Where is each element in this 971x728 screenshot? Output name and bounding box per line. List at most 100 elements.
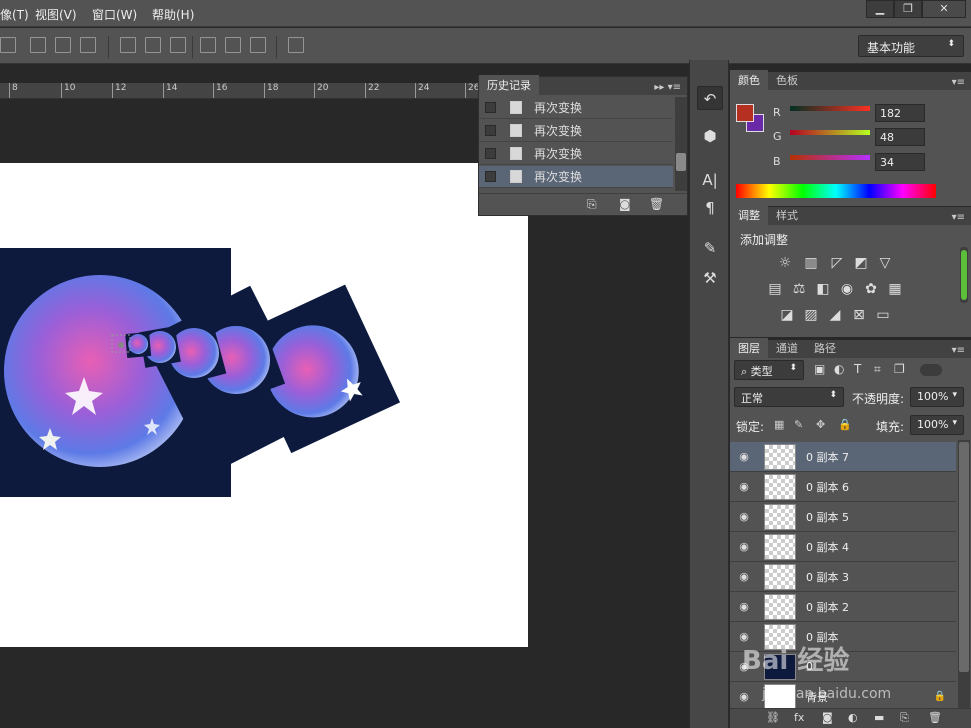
paragraph-icon[interactable]: ¶ — [697, 196, 723, 220]
delete-layer-icon[interactable]: 🗑 — [928, 711, 942, 724]
lock-pixels-icon[interactable]: ✎ — [794, 418, 803, 431]
align-right-icon[interactable] — [80, 37, 96, 53]
green-slider[interactable] — [790, 130, 870, 135]
scroll-thumb[interactable] — [676, 153, 686, 171]
snapshot-checkbox[interactable] — [485, 102, 496, 113]
black-white-icon[interactable]: ◧ — [814, 281, 832, 297]
curves-icon[interactable]: ◸ — [828, 255, 846, 271]
red-slider[interactable] — [790, 106, 870, 111]
menu-window[interactable]: 窗口(W) — [92, 6, 137, 23]
new-adjustment-icon[interactable]: ◐ — [848, 711, 858, 724]
color-balance-icon[interactable]: ⚖ — [790, 281, 808, 297]
hue-saturation-icon[interactable]: ▤ — [766, 281, 784, 297]
tab-channels[interactable]: 通道 — [768, 338, 806, 358]
align-hcenter-icon[interactable] — [55, 37, 71, 53]
add-mask-icon[interactable]: ◙ — [822, 711, 833, 724]
new-group-icon[interactable]: ▬ — [874, 711, 884, 724]
gradient-map-icon[interactable]: ▭ — [874, 307, 892, 323]
layer-row[interactable]: ◉ 0 副本 3 — [730, 562, 956, 592]
menu-image[interactable]: 像(T) — [0, 6, 29, 23]
photo-filter-icon[interactable]: ◉ — [838, 281, 856, 297]
exposure-icon[interactable]: ◩ — [852, 255, 870, 271]
trash-icon[interactable]: 🗑 — [649, 197, 664, 211]
green-value-field[interactable]: 48 — [875, 128, 925, 146]
distribute-top-icon[interactable] — [120, 37, 136, 53]
tab-layers[interactable]: 图层 — [730, 338, 768, 358]
foreground-color-swatch[interactable] — [736, 104, 754, 122]
fx-icon[interactable]: fx — [794, 711, 804, 724]
snapshot-checkbox[interactable] — [485, 125, 496, 136]
filter-toggle[interactable] — [920, 364, 942, 376]
tab-styles[interactable]: 样式 — [768, 205, 806, 225]
history-item[interactable]: 再次变换 — [479, 120, 673, 142]
align-left-icon[interactable] — [30, 37, 46, 53]
lock-position-icon[interactable]: ✥ — [816, 418, 825, 431]
panel-menu-icon[interactable]: ▾≡ — [946, 75, 971, 90]
history-item[interactable]: 再次变换 — [479, 143, 673, 165]
history-item-selected[interactable]: 再次变换 — [479, 166, 673, 188]
blend-mode-dropdown[interactable]: 正常 ⬍ — [734, 387, 844, 407]
visibility-eye-icon[interactable]: ◉ — [736, 600, 752, 613]
close-button[interactable]: ✕ — [922, 0, 966, 18]
camera-icon[interactable]: ◙ — [619, 197, 631, 211]
opacity-field[interactable]: 100% ▾ — [910, 387, 964, 407]
filter-smart-object-icon[interactable]: ❐ — [894, 362, 905, 376]
filter-adjustment-icon[interactable]: ◐ — [834, 362, 844, 376]
new-layer-icon[interactable]: ⎘ — [900, 711, 909, 725]
layers-scrollbar[interactable] — [958, 440, 970, 708]
distribute-left-icon[interactable] — [200, 37, 216, 53]
tab-paths[interactable]: 路径 — [806, 338, 844, 358]
history-item[interactable]: 再次变换 — [479, 97, 673, 119]
distribute-vcenter-icon[interactable] — [145, 37, 161, 53]
visibility-eye-icon[interactable]: ◉ — [736, 510, 752, 523]
document-canvas[interactable] — [0, 163, 528, 647]
adjustments-scrollbar[interactable] — [960, 247, 968, 303]
restore-button[interactable]: ❐ — [894, 0, 922, 18]
fill-field[interactable]: 100% ▾ — [910, 415, 964, 435]
blue-value-field[interactable]: 34 — [875, 153, 925, 171]
distribute-bottom-icon[interactable] — [170, 37, 186, 53]
levels-icon[interactable]: ▥ — [802, 255, 820, 271]
distribute-right-icon[interactable] — [250, 37, 266, 53]
brush-icon[interactable]: ✎ — [697, 236, 723, 260]
layer-row[interactable]: ◉ 0 副本 2 — [730, 592, 956, 622]
vibrance-icon[interactable]: ▽ — [876, 255, 894, 271]
align-left-edge-icon[interactable] — [0, 37, 16, 53]
tab-swatches[interactable]: 色板 — [768, 70, 806, 90]
layer-row[interactable]: ◉ 0 副本 4 — [730, 532, 956, 562]
tab-adjustments[interactable]: 调整 — [730, 205, 768, 225]
workspace-switcher[interactable]: 基本功能 ⬍ — [858, 35, 964, 57]
minimize-button[interactable]: ▁ — [866, 0, 894, 18]
history-scrollbar[interactable] — [675, 97, 687, 191]
layer-row-selected[interactable]: ◉ 0 副本 7 — [730, 442, 956, 472]
menu-view[interactable]: 视图(V) — [35, 6, 77, 23]
character-icon[interactable]: A| — [697, 168, 723, 192]
selective-color-icon[interactable]: ⊠ — [850, 307, 868, 323]
lock-transparency-icon[interactable]: ▦ — [774, 418, 784, 431]
panel-menu-icon[interactable]: ▾≡ — [946, 343, 971, 358]
scroll-thumb[interactable] — [961, 250, 967, 300]
new-document-icon[interactable]: ⎘ — [587, 197, 597, 212]
tool-presets-icon[interactable]: ⚒ — [697, 266, 723, 290]
color-lookup-icon[interactable]: ▦ — [886, 281, 904, 297]
red-value-field[interactable]: 182 — [875, 104, 925, 122]
panel-menu-icon[interactable]: ▸▸ ▾≡ — [648, 80, 687, 95]
visibility-eye-icon[interactable]: ◉ — [736, 480, 752, 493]
menu-help[interactable]: 帮助(H) — [152, 6, 194, 23]
invert-icon[interactable]: ◪ — [778, 307, 796, 323]
filter-pixel-icon[interactable]: ▣ — [814, 362, 825, 376]
panel-menu-icon[interactable]: ▾≡ — [946, 210, 971, 225]
snapshot-checkbox[interactable] — [485, 171, 496, 182]
lock-all-icon[interactable]: 🔒 — [838, 418, 852, 431]
visibility-eye-icon[interactable]: ◉ — [736, 690, 752, 703]
snapshot-checkbox[interactable] — [485, 148, 496, 159]
color-spectrum-bar[interactable] — [736, 184, 936, 198]
tab-history[interactable]: 历史记录 — [479, 75, 539, 95]
layer-row[interactable]: ◉ 0 副本 5 — [730, 502, 956, 532]
3d-icon[interactable]: ⬢ — [697, 124, 723, 148]
auto-align-icon[interactable] — [288, 37, 304, 53]
visibility-eye-icon[interactable]: ◉ — [736, 540, 752, 553]
posterize-icon[interactable]: ▨ — [802, 307, 820, 323]
visibility-eye-icon[interactable]: ◉ — [736, 570, 752, 583]
channel-mixer-icon[interactable]: ✿ — [862, 281, 880, 297]
